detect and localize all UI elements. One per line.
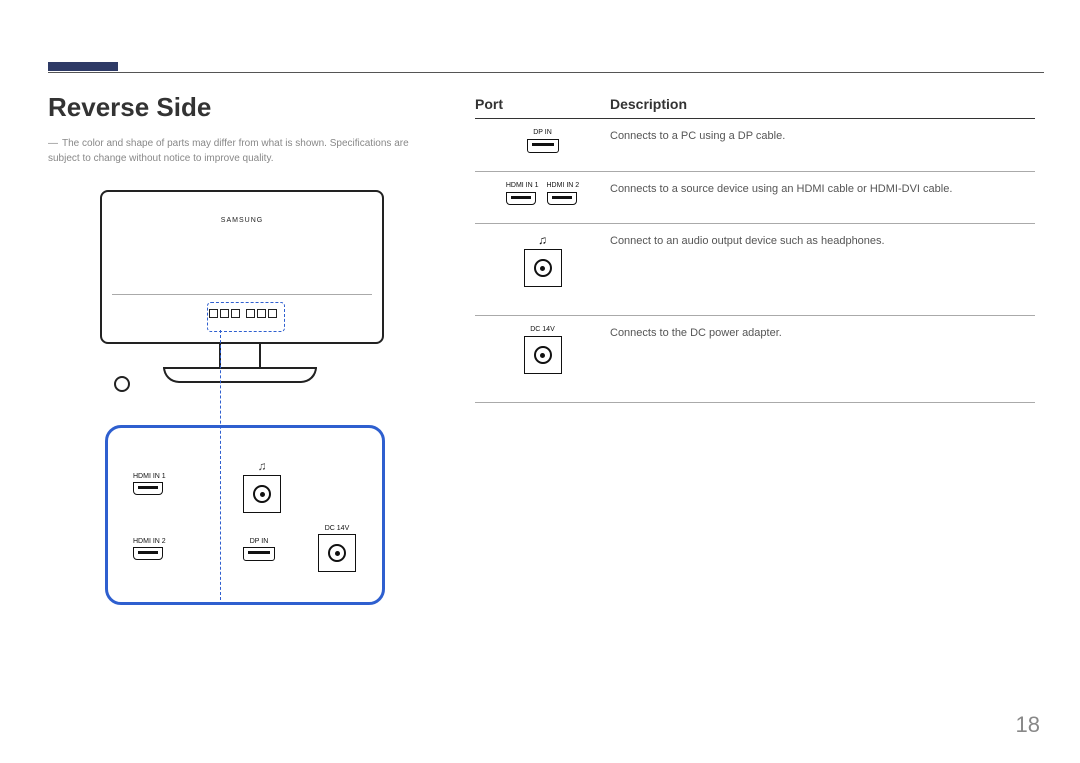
audio-jack-icon	[524, 249, 562, 287]
table-row: ♫ Connect to an audio output device such…	[475, 224, 1035, 316]
table-row: HDMI IN 1 HDMI IN 2 Connects to a source…	[475, 172, 1035, 224]
hdmi-port-icon	[547, 192, 577, 205]
monitor-back-illustration: SAMSUNG	[100, 190, 380, 385]
port-label: DC 14V	[530, 326, 555, 333]
port-label: DP IN	[533, 129, 552, 136]
joystick-button-icon	[114, 376, 130, 392]
port-label-hdmi1: HDMI IN 1	[133, 473, 166, 480]
table-header-port: Port	[475, 96, 610, 112]
monitor-brand-label: SAMSUNG	[221, 217, 263, 224]
header-rule	[48, 72, 1044, 73]
dp-port-icon	[527, 139, 559, 153]
port-label: HDMI IN 1	[506, 182, 539, 189]
hdmi-port-icon	[133, 482, 163, 495]
hdmi-port-icon	[506, 192, 536, 205]
table-row: DP IN Connects to a PC using a DP cable.	[475, 119, 1035, 172]
dc-power-icon	[524, 336, 562, 374]
port-label-dc: DC 14V	[318, 525, 356, 532]
port-description: Connects to a source device using an HDM…	[610, 182, 1035, 205]
audio-jack-icon	[243, 475, 281, 513]
port-label-hdmi2: HDMI IN 2	[133, 538, 166, 545]
headphone-icon: ♫	[243, 460, 281, 472]
hdmi-port-icon	[133, 547, 163, 560]
port-description: Connects to a PC using a DP cable.	[610, 129, 1035, 153]
disclaimer-note: The color and shape of parts may differ …	[48, 136, 428, 166]
port-detail-panel: HDMI IN 1 HDMI IN 2 ♫ DP IN DC 14V	[105, 425, 385, 605]
dp-port-icon	[243, 547, 275, 561]
port-description-table: Port Description DP IN Connects to a PC …	[475, 96, 1035, 403]
table-header-description: Description	[610, 96, 687, 112]
port-description: Connects to the DC power adapter.	[610, 326, 1035, 374]
header-accent-bar	[48, 62, 118, 71]
port-cluster-callout	[207, 302, 285, 332]
dc-power-icon	[318, 534, 356, 572]
table-row: DC 14V Connects to the DC power adapter.	[475, 316, 1035, 403]
page-number: 18	[1016, 712, 1040, 738]
section-heading: Reverse Side	[48, 92, 211, 123]
port-description: Connect to an audio output device such a…	[610, 234, 1035, 287]
port-label: HDMI IN 2	[547, 182, 580, 189]
port-label-dp: DP IN	[243, 538, 275, 545]
headphone-icon: ♫	[538, 234, 547, 246]
